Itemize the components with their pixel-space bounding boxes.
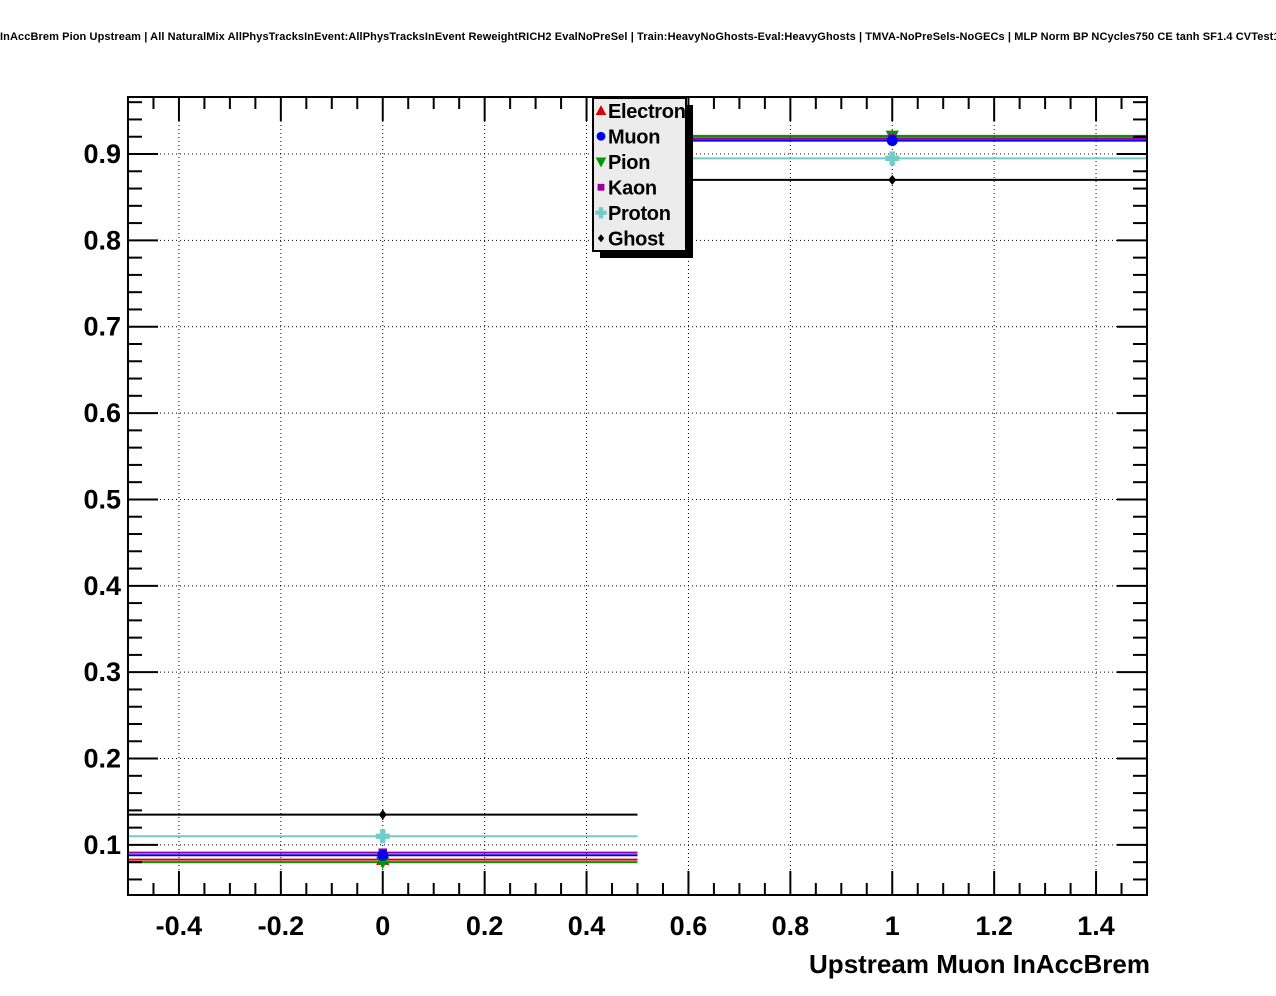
y-tick-label: 0.6 xyxy=(83,398,121,428)
y-tick-label: 0.7 xyxy=(83,312,121,342)
x-tick-label: 0.2 xyxy=(466,911,504,941)
legend-label: Proton xyxy=(608,203,671,225)
x-tick-label: 1.2 xyxy=(975,911,1013,941)
x-tick-label: 1.4 xyxy=(1077,911,1115,941)
legend-label: Muon xyxy=(608,126,660,148)
ghost-marker-icon xyxy=(378,809,387,820)
axis-labels: -0.4 -0.2 0 0.2 0.4 0.6 0.8 1 1.2 1.4 0.1 0.2 0.3 0.4… xyxy=(83,139,1114,941)
legend-entry-ghost: Ghost xyxy=(597,228,665,250)
legend-label: Kaon xyxy=(608,177,657,199)
x-axis-title: Upstream Muon InAccBrem xyxy=(809,949,1150,979)
x-tick-label: 0 xyxy=(375,911,390,941)
x-tick-label: -0.2 xyxy=(258,911,305,941)
y-tick-label: 0.3 xyxy=(83,657,121,687)
y-tick-label: 0.2 xyxy=(83,744,121,774)
x-tick-label: 1 xyxy=(885,911,900,941)
proton-marker-icon xyxy=(885,151,900,166)
y-tick-label: 0.8 xyxy=(83,225,121,255)
proton-marker-icon xyxy=(375,829,390,844)
muon-marker-icon xyxy=(886,135,898,147)
y-tick-label: 0.4 xyxy=(83,571,121,601)
legend-label: Pion xyxy=(608,152,650,174)
legend-entry-electron: Electron xyxy=(595,101,686,123)
muon-marker-icon xyxy=(377,849,389,861)
legend-label: Electron xyxy=(608,101,686,123)
x-tick-label: 0.4 xyxy=(568,911,606,941)
plot-area: -0.4 -0.2 0 0.2 0.4 0.6 0.8 1 1.2 1.4 0.1 0.2 0.3 0.4… xyxy=(83,96,1150,979)
ghost-marker-icon xyxy=(888,174,897,185)
x-tick-label: 0.6 xyxy=(670,911,708,941)
kaon-legend-marker-icon xyxy=(597,183,605,191)
legend-label: Ghost xyxy=(608,228,665,250)
legend-box: Electron Muon Pion Kaon Proton Ghost xyxy=(592,97,693,258)
x-tick-label: -0.4 xyxy=(156,911,203,941)
muon-legend-marker-icon xyxy=(596,131,606,141)
x-tick-label: 0.8 xyxy=(772,911,810,941)
root-canvas: { "title": "InAccBrem Pion Upstream | Al… xyxy=(0,0,1276,996)
y-tick-label: 0.5 xyxy=(83,484,121,514)
y-tick-label: 0.9 xyxy=(83,139,121,169)
y-tick-label: 0.1 xyxy=(83,830,121,860)
